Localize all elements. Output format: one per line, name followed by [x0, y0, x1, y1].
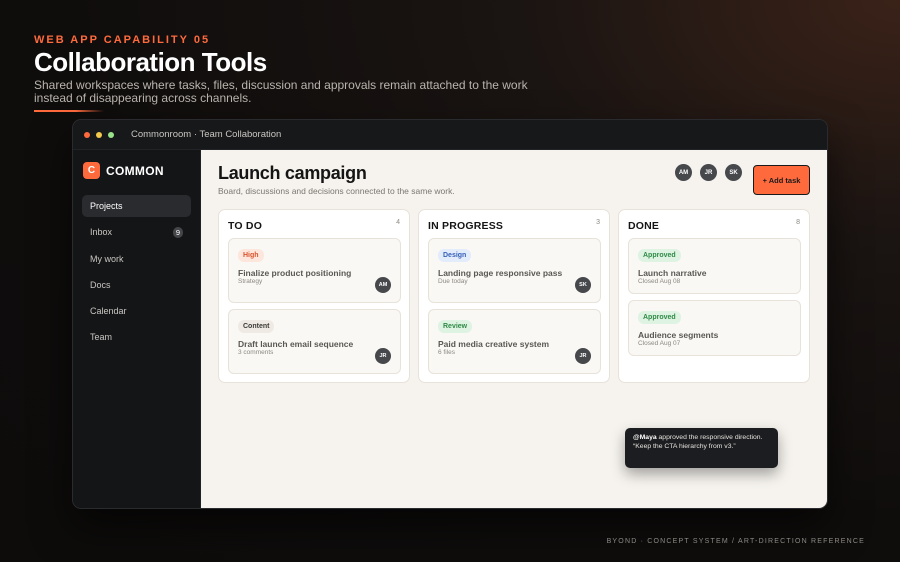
inbox-count-badge: 9: [172, 226, 183, 238]
priority-tag: High: [238, 249, 264, 262]
sidebar-item-inbox[interactable]: Inbox 9: [82, 221, 191, 243]
sidebar-item-label: Calendar: [90, 306, 127, 317]
window-maximize-dot[interactable]: [108, 131, 114, 138]
column-count: 8: [796, 219, 800, 226]
card-title: Draft launch email sequence: [238, 339, 354, 349]
sidebar-item-team[interactable]: Team: [82, 326, 191, 348]
column-count: 3: [596, 219, 600, 226]
column-in-progress: IN PROGRESS 3 Design Landing page respon…: [418, 209, 610, 383]
add-task-button[interactable]: + Add task: [753, 165, 810, 195]
column-title: TO DO: [228, 220, 263, 232]
page-subtitle: Board, discussions and decisions connect…: [218, 186, 455, 196]
sidebar-item-my-work[interactable]: My work: [82, 248, 191, 270]
task-card[interactable]: Approved Audience segments Closed Aug 07: [628, 300, 801, 356]
sidebar-item-label: Projects: [90, 201, 123, 211]
assignee-avatar[interactable]: AM: [375, 277, 391, 293]
sidebar-item-label: Team: [90, 332, 113, 343]
avatar[interactable]: AM: [675, 164, 692, 181]
task-card[interactable]: Content Draft launch email sequence 3 co…: [228, 309, 401, 374]
hero-title: Collaboration Tools: [34, 47, 267, 77]
activity-toast[interactable]: @Maya approved the responsive direction.…: [625, 428, 778, 468]
card-title: Audience segments: [638, 330, 719, 340]
sidebar-item-projects[interactable]: Projects: [82, 195, 191, 217]
main-board: Launch campaign Board, discussions and d…: [201, 150, 827, 508]
task-card[interactable]: Design Landing page responsive pass Due …: [428, 238, 601, 303]
task-card[interactable]: Approved Launch narrative Closed Aug 08: [628, 238, 801, 294]
approved-tag: Approved: [638, 249, 681, 262]
sidebar-item-label: Inbox: [90, 227, 113, 238]
sidebar-item-label: Docs: [90, 279, 111, 290]
column-title: DONE: [628, 220, 660, 232]
task-card[interactable]: Review Paid media creative system 6 file…: [428, 309, 601, 374]
brand-logo-icon: C: [83, 162, 100, 179]
hero-accent-rule: [34, 110, 104, 112]
card-meta: 6 files: [438, 349, 455, 356]
status-tag: Review: [438, 320, 473, 333]
toast-user-mention: @Maya: [633, 434, 657, 441]
column-todo: TO DO 4 High Finalize product positionin…: [218, 209, 410, 383]
category-tag: Design: [438, 249, 472, 262]
toast-quote: “Keep the CTA hierarchy from v3.”: [633, 442, 736, 450]
assignee-avatar[interactable]: SK: [575, 277, 591, 293]
card-meta: Strategy: [238, 278, 263, 285]
avatar[interactable]: JR: [700, 164, 717, 181]
brand-name: COMMON: [106, 163, 164, 178]
window-minimize-dot[interactable]: [96, 131, 102, 138]
team-avatars: AM JR SK: [675, 164, 750, 181]
card-meta: Due today: [438, 278, 468, 285]
column-title: IN PROGRESS: [428, 220, 504, 232]
approved-tag: Approved: [638, 311, 681, 324]
column-done: DONE 8 Approved Launch narrative Closed …: [618, 209, 810, 383]
hero-eyebrow: WEB APP CAPABILITY 05: [34, 34, 211, 46]
toast-message: approved the responsive direction.: [656, 434, 763, 441]
hero-description: Shared workspaces where tasks, files, di…: [34, 78, 528, 105]
category-tag: Content: [238, 320, 275, 333]
assignee-avatar[interactable]: JR: [575, 348, 591, 364]
card-title: Paid media creative system: [438, 339, 550, 349]
card-title: Finalize product positioning: [238, 268, 352, 278]
footer-credit: BYOND · CONCEPT SYSTEM / ART-DIRECTION R…: [606, 538, 865, 545]
window-close-dot[interactable]: [84, 131, 90, 138]
card-title: Landing page responsive pass: [438, 268, 563, 278]
sidebar-nav: Projects Inbox 9 My work Docs Calendar T…: [82, 195, 191, 353]
sidebar-item-label: My work: [90, 253, 124, 264]
window-title: Commonroom · Team Collaboration: [131, 129, 282, 140]
window-titlebar: Commonroom · Team Collaboration: [73, 120, 827, 150]
page-title: Launch campaign: [218, 163, 367, 183]
sidebar-item-calendar[interactable]: Calendar: [82, 300, 191, 322]
sidebar-item-docs[interactable]: Docs: [82, 274, 191, 296]
card-meta: 3 comments: [238, 349, 274, 356]
brand[interactable]: C COMMON: [83, 162, 164, 179]
card-meta: Closed Aug 08: [638, 278, 681, 285]
card-title: Launch narrative: [638, 268, 707, 278]
assignee-avatar[interactable]: JR: [375, 348, 391, 364]
avatar[interactable]: SK: [725, 164, 742, 181]
app-window: Commonroom · Team Collaboration C COMMON…: [72, 119, 828, 509]
sidebar: C COMMON Projects Inbox 9 My work Docs C…: [73, 150, 201, 508]
column-count: 4: [396, 219, 400, 226]
card-meta: Closed Aug 07: [638, 340, 681, 347]
task-card[interactable]: High Finalize product positioning Strate…: [228, 238, 401, 303]
